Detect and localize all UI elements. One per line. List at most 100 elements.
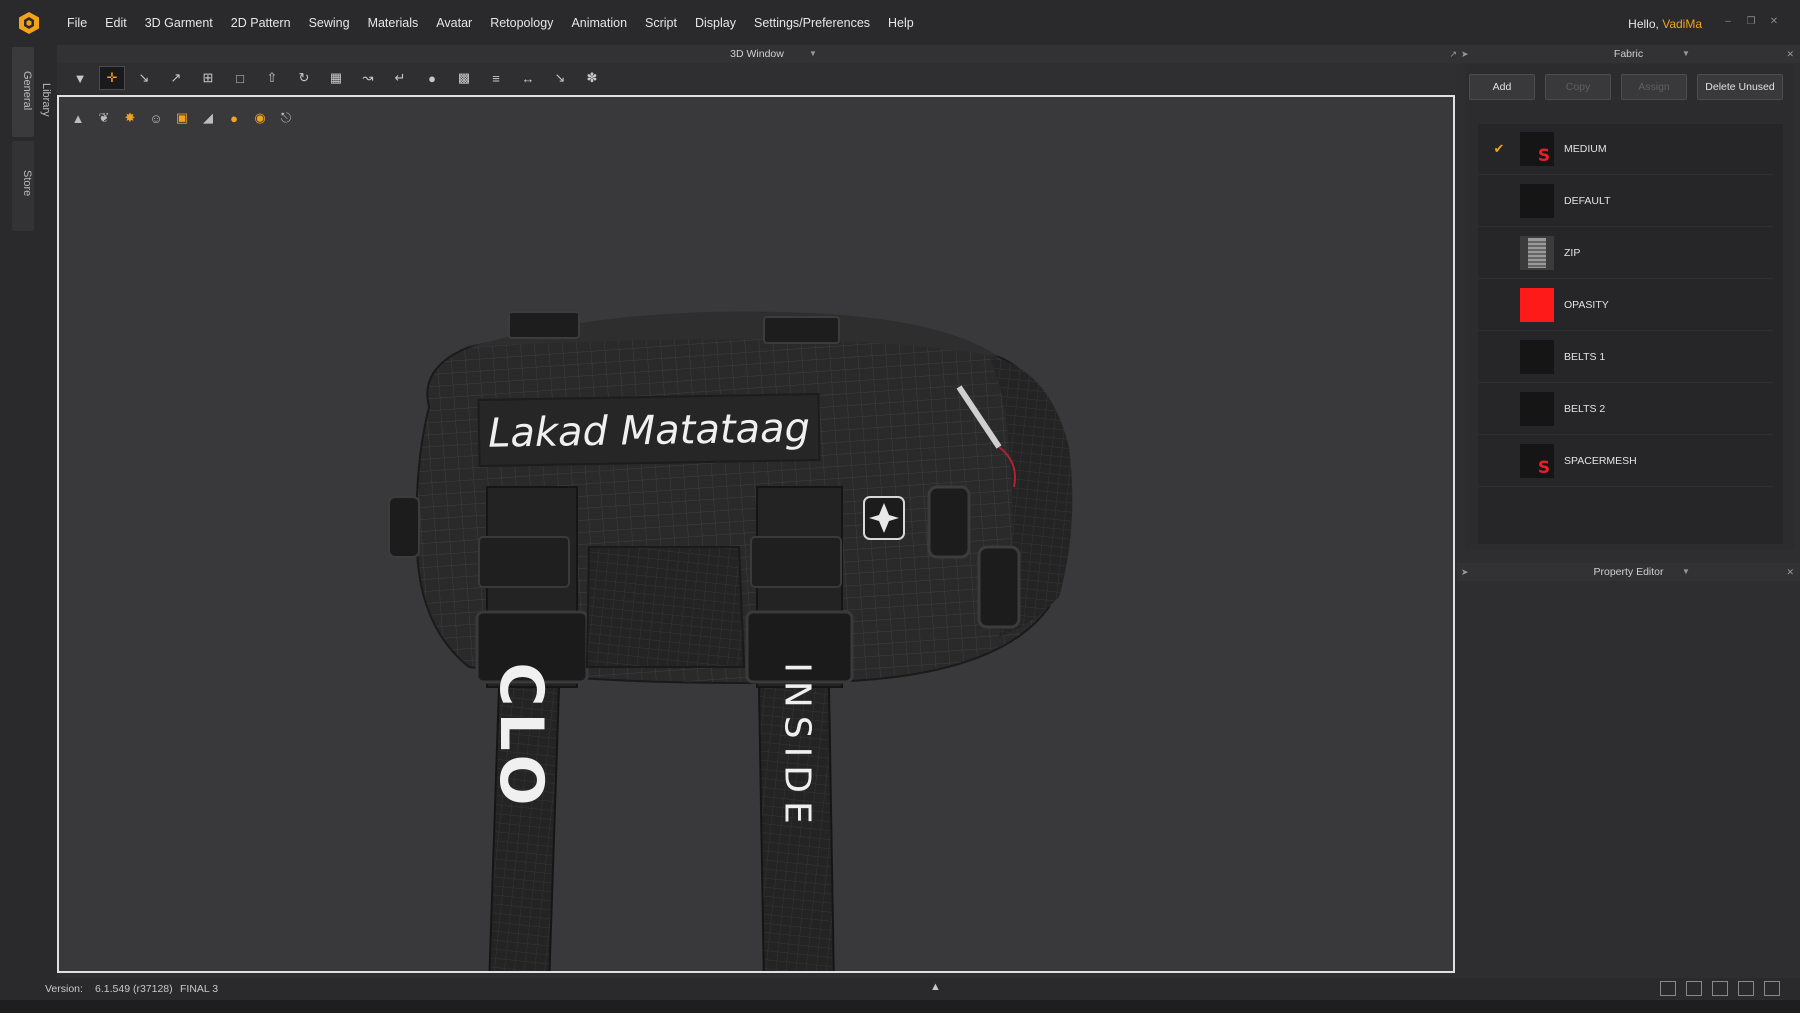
svg-text:S: S xyxy=(1538,458,1550,478)
expand-up-icon[interactable]: ▲ xyxy=(930,981,941,993)
transform-icon[interactable]: ↗ xyxy=(163,66,189,90)
pin-icon[interactable]: ⇧ xyxy=(259,66,285,90)
tab-general[interactable]: General xyxy=(21,71,33,110)
window3d-title[interactable]: 3D Window xyxy=(730,48,784,60)
select-mesh-icon[interactable]: ↘ xyxy=(131,66,157,90)
skin-icon[interactable]: ● xyxy=(223,107,245,129)
fold-icon[interactable]: ⊞ xyxy=(195,66,221,90)
export-icon[interactable]: ⎋ xyxy=(275,107,297,129)
user-name[interactable]: VadiMa xyxy=(1662,17,1702,31)
hanger-icon[interactable]: ◢ xyxy=(197,107,219,129)
fabric-name: DEFAULT xyxy=(1564,195,1611,207)
menu-materials[interactable]: Materials xyxy=(368,16,419,30)
fabric-swatch xyxy=(1520,340,1554,374)
button-icon[interactable]: ↵ xyxy=(387,66,413,90)
pen-icon[interactable]: ↘ xyxy=(547,66,573,90)
banner-text: Lakad Matataag xyxy=(488,405,811,457)
fabric-name: SPACERMESH xyxy=(1564,455,1637,467)
tab-library[interactable]: Library xyxy=(40,83,52,117)
buttonhole-icon[interactable]: ● xyxy=(419,66,445,90)
pin-panel-icon[interactable]: ➤ xyxy=(1461,563,1469,581)
toolbar-display: ▲ ❦ ✸ ☺ ▣ ◢ ● ◉ ⎋ xyxy=(67,107,297,129)
layout-split-icon[interactable] xyxy=(1686,981,1702,996)
delete-unused-button[interactable]: Delete Unused xyxy=(1697,74,1783,100)
chevron-down-icon[interactable]: ▼ xyxy=(1682,45,1690,63)
menu-script[interactable]: Script xyxy=(645,16,677,30)
layout-triple-icon[interactable] xyxy=(1712,981,1728,996)
menu-display[interactable]: Display xyxy=(695,16,736,30)
close-panel-icon[interactable]: ✕ xyxy=(1786,45,1794,63)
window-controls: – ❐ ✕ xyxy=(1722,16,1780,27)
avatar-display-icon[interactable]: ☺ xyxy=(145,107,167,129)
close-panel-icon[interactable]: ✕ xyxy=(1786,563,1794,581)
arrangement-icon[interactable]: □ xyxy=(227,66,253,90)
fabric-name: MEDIUM xyxy=(1564,143,1607,155)
menu-sewing[interactable]: Sewing xyxy=(309,16,350,30)
front-pocket xyxy=(585,546,746,668)
shrink-icon[interactable]: ↔ xyxy=(515,66,541,90)
menu-settings[interactable]: Settings/Preferences xyxy=(754,16,870,30)
environment-icon[interactable]: ◉ xyxy=(249,107,271,129)
fabric-swatch xyxy=(1520,184,1554,218)
menu-2d-pattern[interactable]: 2D Pattern xyxy=(231,16,291,30)
texture-icon[interactable]: ✸ xyxy=(119,107,141,129)
version-label: Version: xyxy=(45,983,83,995)
menu-help[interactable]: Help xyxy=(888,16,914,30)
clo-logo-icon[interactable] xyxy=(17,11,41,35)
pin-panel-icon[interactable]: ➤ xyxy=(1461,45,1469,63)
fabric-name: BELTS 1 xyxy=(1564,351,1606,363)
fabric-item[interactable]: BELTS 1 xyxy=(1478,332,1773,383)
fabric-list: ✔ S MEDIUM DEFAULT ZIP OPASITY BELTS 1 B… xyxy=(1478,124,1783,544)
screenshot-icon[interactable] xyxy=(1764,981,1780,996)
3d-viewport[interactable]: ▲ ❦ ✸ ☺ ▣ ◢ ● ◉ ⎋ Lakad Matataag CLO INS… xyxy=(57,95,1455,973)
fabric-panel-title[interactable]: Fabric xyxy=(1614,48,1643,60)
window3d-titlebar: 3D Window ▼ ↗ xyxy=(57,45,1457,63)
move-icon[interactable]: ▼ xyxy=(67,66,93,90)
bag-model[interactable]: Lakad Matataag CLO INSIDE xyxy=(359,247,1219,973)
fabric-item[interactable]: S SPACERMESH xyxy=(1478,436,1773,487)
menu-edit[interactable]: Edit xyxy=(105,16,127,30)
strap-left-text: CLO xyxy=(486,662,556,811)
copy-fabric-button[interactable]: Copy xyxy=(1545,74,1611,100)
fabric-panel-titlebar: ➤ Fabric ▼ ✕ xyxy=(1457,45,1800,63)
user-greeting: Hello, VadiMa xyxy=(1628,17,1702,31)
property-editor-title[interactable]: Property Editor xyxy=(1593,566,1663,578)
chevron-down-icon[interactable]: ▼ xyxy=(1682,563,1690,581)
s-logo-icon: S xyxy=(1520,444,1554,478)
measure-icon[interactable]: ↝ xyxy=(355,66,381,90)
check-icon: ✔ xyxy=(1493,141,1505,156)
tack-icon[interactable]: ↻ xyxy=(291,66,317,90)
fabric-item[interactable]: ✔ S MEDIUM xyxy=(1478,124,1773,175)
fitting-suit-icon[interactable]: ▦ xyxy=(323,66,349,90)
fabric-item[interactable]: BELTS 2 xyxy=(1478,384,1773,435)
zipper-icon[interactable]: ▩ xyxy=(451,66,477,90)
shirt-icon[interactable]: ❦ xyxy=(93,107,115,129)
menu-3d-garment[interactable]: 3D Garment xyxy=(145,16,213,30)
add-fabric-button[interactable]: Add xyxy=(1469,74,1535,100)
fabric-item[interactable]: DEFAULT xyxy=(1478,176,1773,227)
garment-display-icon[interactable]: ▲ xyxy=(67,107,89,129)
zipper-texture-icon xyxy=(1520,236,1554,270)
avatar-pose-icon[interactable]: ✽ xyxy=(579,66,605,90)
fabric-item[interactable]: OPASITY xyxy=(1478,280,1773,331)
status-bar: Version: 6.1.549 (r37128) FINAL 3 ▲ xyxy=(0,978,1800,1000)
select-move-icon[interactable]: ✛ xyxy=(99,66,125,90)
menu-avatar[interactable]: Avatar xyxy=(436,16,472,30)
undock-icon[interactable]: ↗ xyxy=(1449,45,1457,63)
tab-store[interactable]: Store xyxy=(21,170,33,196)
chevron-down-icon[interactable]: ▼ xyxy=(809,45,817,63)
tape-icon[interactable]: ≡ xyxy=(483,66,509,90)
menu-retopology[interactable]: Retopology xyxy=(490,16,553,30)
close-icon[interactable]: ✕ xyxy=(1768,16,1780,27)
svg-text:S: S xyxy=(1538,146,1550,166)
menu-animation[interactable]: Animation xyxy=(571,16,627,30)
fabric-item[interactable]: ZIP xyxy=(1478,228,1773,279)
restore-icon[interactable]: ❐ xyxy=(1745,16,1757,27)
minimize-icon[interactable]: – xyxy=(1722,16,1734,27)
arrangement-points-icon[interactable]: ▣ xyxy=(171,107,193,129)
layout-quad-icon[interactable] xyxy=(1738,981,1754,996)
menu-file[interactable]: File xyxy=(67,16,87,30)
layout-single-icon[interactable] xyxy=(1660,981,1676,996)
fabric-swatch: S xyxy=(1520,132,1554,166)
assign-fabric-button[interactable]: Assign xyxy=(1621,74,1687,100)
